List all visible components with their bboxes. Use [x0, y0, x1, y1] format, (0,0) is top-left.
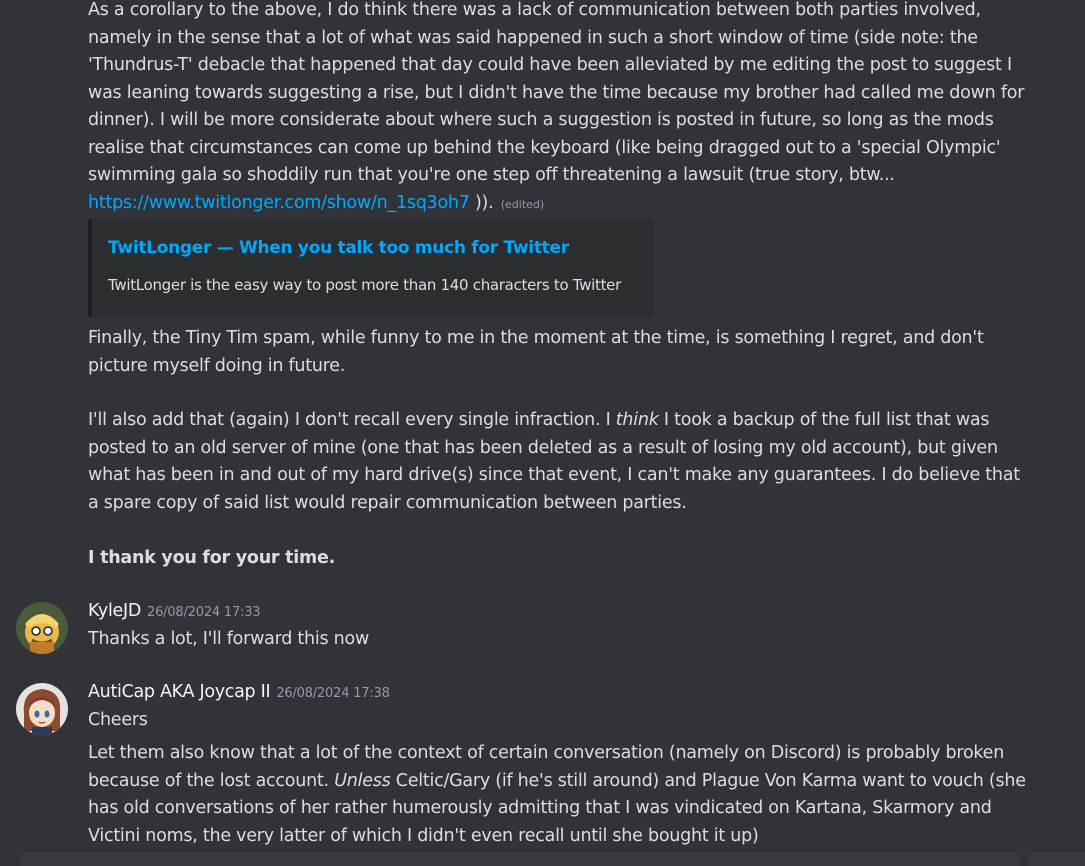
message-text: Cheers [88, 710, 148, 730]
message-text-tail: )). [469, 192, 494, 213]
message-paragraph: As a corollary to the above, I do think … [88, 0, 1028, 218]
avatar[interactable] [16, 683, 68, 735]
italic-text: Unless [334, 770, 391, 791]
avatar[interactable] [16, 602, 68, 654]
avatar-auticap-icon [16, 683, 68, 735]
username[interactable]: KyleJD [88, 601, 141, 621]
message-text: I'll also add that (again) I don't recal… [88, 410, 616, 430]
message-composer[interactable] [20, 852, 1020, 866]
timestamp[interactable]: 26/08/2024 17:38 [276, 686, 390, 701]
link-embed: TwitLonger — When you talk too much for … [88, 218, 654, 318]
edited-label: (edited) [500, 197, 545, 211]
message-text: Finally, the Tiny Tim spam, while funny … [88, 328, 984, 376]
chat-message-list[interactable]: As a corollary to the above, I do think … [0, 0, 1085, 866]
message-paragraph: Finally, the Tiny Tim spam, while funny … [88, 325, 1028, 380]
timestamp[interactable]: 26/08/2024 17:33 [147, 605, 261, 620]
message-header: AutiCap AKA Joycap II 26/08/2024 17:38 [88, 682, 390, 706]
message-paragraph: Let them also know that a lot of the con… [88, 740, 1028, 850]
twitlonger-link[interactable]: https://www.twitlonger.com/show/n_1sq3oh… [88, 193, 470, 213]
composer-side-panel [1028, 852, 1085, 866]
message-text: As a corollary to the above, I do think … [88, 0, 1025, 185]
embed-title-link[interactable]: TwitLonger — When you talk too much for … [108, 238, 569, 258]
message-header: KyleJD 26/08/2024 17:33 [88, 601, 261, 625]
message-paragraph-bold: I thank you for your time. [88, 545, 1028, 573]
message-text: I thank you for your time. [88, 548, 335, 568]
avatar-kylejd-icon [16, 602, 68, 654]
username[interactable]: AutiCap AKA Joycap II [88, 682, 271, 702]
message-text: Thanks a lot, I'll forward this now [88, 629, 370, 649]
italic-text: think [615, 410, 659, 430]
message-paragraph: I'll also add that (again) I don't recal… [88, 407, 1028, 517]
embed-description: TwitLonger is the easy way to post more … [108, 276, 621, 294]
